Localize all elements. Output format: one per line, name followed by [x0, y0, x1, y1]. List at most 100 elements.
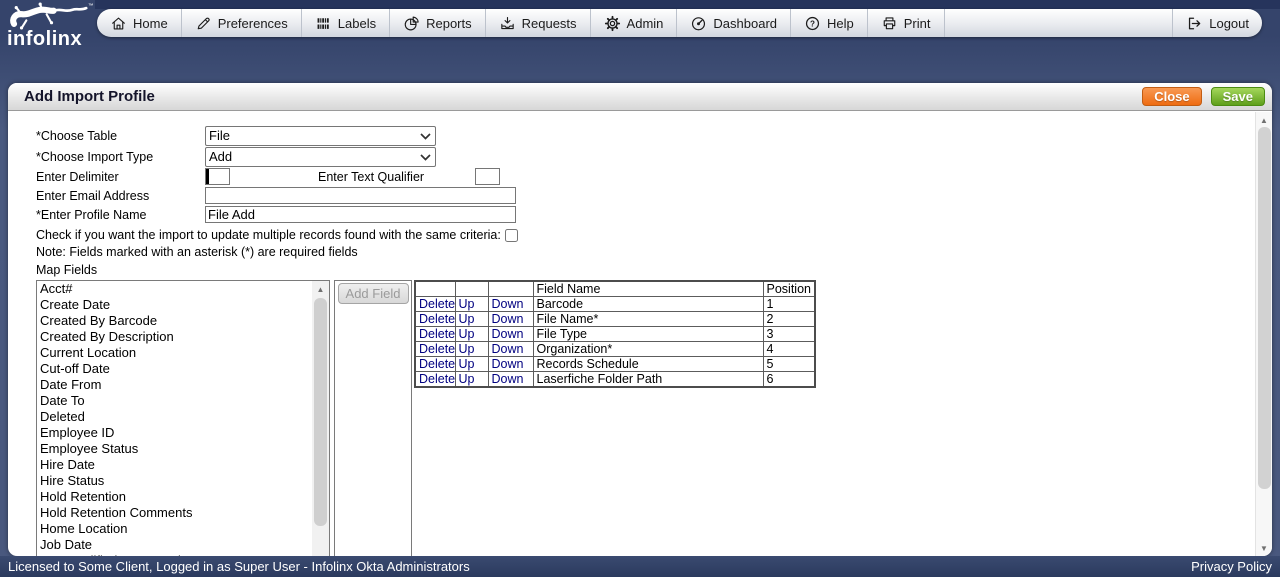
delete-link[interactable]: Delete: [419, 312, 455, 326]
nav-item-admin[interactable]: Admin: [591, 9, 678, 37]
scroll-up-icon[interactable]: ▲: [1256, 112, 1272, 128]
available-field-option[interactable]: Created By Barcode: [37, 313, 312, 329]
up-link[interactable]: Up: [459, 327, 475, 341]
nav-item-label: Dashboard: [713, 16, 777, 31]
field-name-cell: Laserfiche Folder Path: [533, 372, 763, 388]
gecko-logo-icon: ™: [7, 1, 95, 31]
available-field-option[interactable]: Acct#: [37, 281, 312, 297]
dashboard-icon: [690, 15, 707, 32]
choose-table-select[interactable]: File: [205, 126, 436, 146]
panel-scrollbar[interactable]: ▲ ▼: [1255, 112, 1272, 556]
up-link[interactable]: Up: [459, 357, 475, 371]
scroll-up-icon[interactable]: ▲: [312, 281, 329, 297]
available-field-option[interactable]: Deleted: [37, 409, 312, 425]
mapped-field-row: Delete Up Down Organization* 4: [415, 342, 815, 357]
svg-text:™: ™: [88, 3, 93, 9]
infolinx-logo: ™ infolinx: [7, 1, 95, 51]
up-link[interactable]: Up: [459, 297, 475, 311]
delete-link[interactable]: Delete: [419, 297, 455, 311]
delete-link[interactable]: Delete: [419, 342, 455, 356]
print-icon: [881, 15, 898, 32]
choose-import-type-select[interactable]: Add: [205, 147, 436, 167]
down-link[interactable]: Down: [492, 327, 524, 341]
nav-item-requests[interactable]: Requests: [486, 9, 591, 37]
down-link[interactable]: Down: [492, 297, 524, 311]
field-name-column-header: Field Name: [533, 281, 763, 297]
brand-name: infolinx: [7, 28, 82, 51]
available-field-option[interactable]: Date From: [37, 377, 312, 393]
down-link[interactable]: Down: [492, 357, 524, 371]
choose-table-row: *Choose Table File: [36, 125, 1255, 146]
down-link[interactable]: Down: [492, 312, 524, 326]
nav-item-labels[interactable]: Labels: [302, 9, 390, 37]
available-field-option[interactable]: Date To: [37, 393, 312, 409]
main-nav: Home Preferences Labels Reports Requests: [97, 9, 1262, 37]
listbox-scrollbar-thumb[interactable]: [314, 298, 327, 526]
home-icon: [110, 15, 127, 32]
empty-header-cell: [415, 281, 455, 297]
nav-item-print[interactable]: Print: [868, 9, 945, 37]
form-content: *Choose Table File *Choose Import Type A…: [8, 112, 1255, 556]
mapped-field-row: Delete Up Down Barcode 1: [415, 297, 815, 312]
close-button[interactable]: Close: [1142, 87, 1201, 106]
nav-item-home[interactable]: Home: [97, 9, 182, 37]
available-field-option[interactable]: Hold Retention: [37, 489, 312, 505]
update-multiple-checkbox[interactable]: [505, 229, 518, 242]
nav-item-label: Requests: [522, 16, 577, 31]
available-field-option[interactable]: Home Location: [37, 521, 312, 537]
logout-icon: [1186, 15, 1203, 32]
logout-button[interactable]: Logout: [1173, 9, 1262, 37]
add-field-button[interactable]: Add Field: [338, 283, 409, 304]
available-field-option[interactable]: Hire Date: [37, 457, 312, 473]
text-qualifier-input[interactable]: [475, 168, 500, 185]
labels-icon: [315, 15, 332, 32]
delete-link[interactable]: Delete: [419, 327, 455, 341]
available-field-option[interactable]: Create Date: [37, 297, 312, 313]
field-name-cell: File Type: [533, 327, 763, 342]
panel-scrollbar-thumb[interactable]: [1258, 127, 1271, 489]
choose-import-type-row: *Choose Import Type Add: [36, 146, 1255, 167]
nav-item-label: Home: [133, 16, 168, 31]
available-fields-listbox[interactable]: Acct# Create Date Created By Barcode Cre…: [36, 280, 330, 556]
mapped-field-row: Delete Up Down File Name* 2: [415, 312, 815, 327]
scroll-down-icon[interactable]: ▼: [1256, 540, 1272, 556]
position-cell: 4: [763, 342, 815, 357]
nav-item-label: Admin: [627, 16, 664, 31]
available-field-option[interactable]: Current Location: [37, 345, 312, 361]
position-column-header: Position: [763, 281, 815, 297]
position-cell: 5: [763, 357, 815, 372]
nav-item-label: Help: [827, 16, 854, 31]
email-input[interactable]: [205, 187, 516, 204]
available-field-option[interactable]: Employee Status: [37, 441, 312, 457]
down-link[interactable]: Down: [492, 372, 524, 386]
profile-name-input[interactable]: [205, 206, 516, 223]
privacy-policy-link[interactable]: Privacy Policy: [1191, 559, 1272, 574]
available-field-option[interactable]: Employee ID: [37, 425, 312, 441]
save-button[interactable]: Save: [1211, 87, 1265, 106]
nav-item-dashboard[interactable]: Dashboard: [677, 9, 791, 37]
nav-item-reports[interactable]: Reports: [390, 9, 486, 37]
field-name-cell: Records Schedule: [533, 357, 763, 372]
listbox-scrollbar[interactable]: ▲: [312, 281, 329, 556]
nav-item-label: Preferences: [218, 16, 288, 31]
available-field-option[interactable]: Cut-off Date: [37, 361, 312, 377]
available-field-option[interactable]: Hire Status: [37, 473, 312, 489]
available-field-option[interactable]: Hold Retention Comments: [37, 505, 312, 521]
up-link[interactable]: Up: [459, 342, 475, 356]
delete-link[interactable]: Delete: [419, 372, 455, 386]
nav-item-preferences[interactable]: Preferences: [182, 9, 302, 37]
mapped-fields-header-row: Field Name Position: [415, 281, 815, 297]
delete-link[interactable]: Delete: [419, 357, 455, 371]
mapped-field-row: Delete Up Down File Type 3: [415, 327, 815, 342]
requests-icon: [499, 15, 516, 32]
add-field-column: Add Field: [334, 280, 412, 556]
up-link[interactable]: Up: [459, 372, 475, 386]
available-field-option[interactable]: Created By Description: [37, 329, 312, 345]
nav-item-help[interactable]: ? Help: [791, 9, 868, 37]
top-strip: [95, 0, 1280, 9]
delimiter-input[interactable]: [205, 168, 230, 185]
up-link[interactable]: Up: [459, 312, 475, 326]
down-link[interactable]: Down: [492, 342, 524, 356]
text-qualifier-label: Enter Text Qualifier: [318, 170, 434, 184]
available-field-option[interactable]: Job Date: [37, 537, 312, 553]
